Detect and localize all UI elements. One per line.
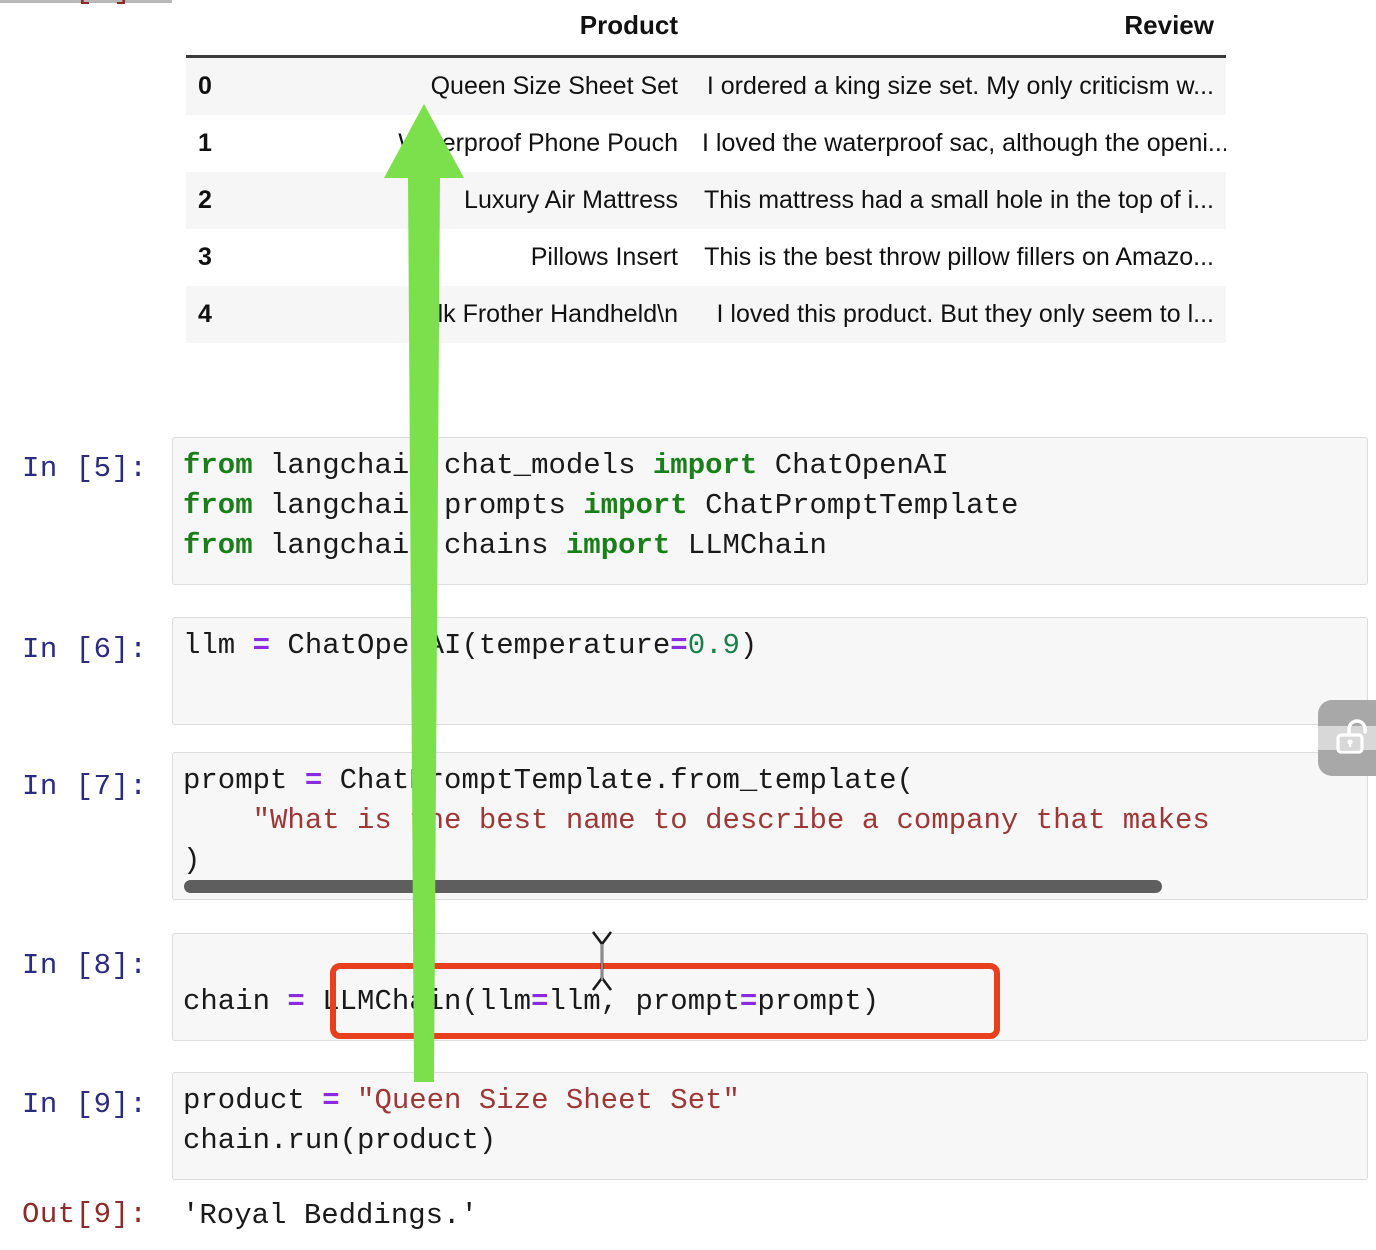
column-header-index <box>186 8 266 57</box>
unlock-icon[interactable] <box>1332 716 1376 760</box>
dataframe-table: Product Review 0 Queen Size Sheet Set I … <box>186 8 1226 343</box>
cell-prompt-in-7: In [7]: <box>22 770 148 803</box>
mod-path: langchain.chains <box>252 529 566 562</box>
dataframe-header-row: Product Review <box>186 8 1226 57</box>
column-header-review: Review <box>690 8 1226 57</box>
kwarg-op: = <box>531 985 549 1018</box>
table-row: 3 Pillows Insert This is the best throw … <box>186 229 1226 286</box>
top-cut-prompt-label: Out[4]: <box>18 0 151 8</box>
call-chatopenai: ChatOpenAI(temperature <box>270 629 671 662</box>
code-cell-in-5[interactable]: from langchain.chat_models import ChatOp… <box>172 437 1368 585</box>
column-header-product: Product <box>266 8 690 57</box>
kw-from: from <box>183 449 253 482</box>
row-product: Luxury Air Mattress <box>464 186 678 214</box>
lock-overlay-widget[interactable] <box>1298 700 1376 776</box>
code-cell-in-8[interactable]: chain = LLMChain(llm=llm, prompt=prompt) <box>172 933 1368 1041</box>
kw-import: import <box>583 489 688 522</box>
var-chain: chain <box>183 985 288 1018</box>
code-cell-hscrollbar-thumb[interactable] <box>184 880 1162 893</box>
cell-prompt-in-8: In [8]: <box>22 949 148 982</box>
temperature-value: 0.9 <box>687 629 740 662</box>
code-cell-in-6-source[interactable]: llm = ChatOpenAI(temperature=0.9) <box>173 618 1367 666</box>
code-cell-in-9[interactable]: product = "Queen Size Sheet Set" chain.r… <box>172 1072 1368 1180</box>
row-review: This mattress had a small hole in the to… <box>704 186 1214 214</box>
code-cell-in-5-source[interactable]: from langchain.chat_models import ChatOp… <box>173 438 1367 566</box>
row-review: I ordered a king size set. My only criti… <box>706 72 1214 100</box>
kwarg-op: = <box>739 985 758 1018</box>
code-cell-in-9-source[interactable]: product = "Queen Size Sheet Set" chain.r… <box>173 1073 1367 1161</box>
close-paren: ) <box>739 629 758 662</box>
mod-path: langchain.prompts <box>252 489 584 522</box>
row-index: 4 <box>198 300 212 328</box>
notebook-page: Out[4]: Product Review 0 Queen Size Shee… <box>0 0 1376 1250</box>
table-row: 0 Queen Size Sheet Set I ordered a king … <box>186 56 1226 115</box>
assign-op: = <box>304 764 323 797</box>
assign-op: = <box>287 985 305 1018</box>
kw-import: import <box>652 449 758 482</box>
var-product: product <box>183 1084 323 1117</box>
row-index: 2 <box>198 186 212 214</box>
mod-path: langchain.chat_models <box>252 449 653 482</box>
code-cell-hscrollbar-track[interactable] <box>174 877 1366 897</box>
dataframe-output: Product Review 0 Queen Size Sheet Set I … <box>186 8 1226 343</box>
prompt-template-string: "What is the best name to describe a com… <box>183 804 1210 837</box>
kw-from: from <box>183 529 253 562</box>
row-index: 1 <box>198 129 212 157</box>
kw-from: from <box>183 489 253 522</box>
dataframe-body: 0 Queen Size Sheet Set I ordered a king … <box>186 56 1226 343</box>
row-product: Waterproof Phone Pouch <box>398 129 678 157</box>
cell-prompt-in-6: In [6]: <box>22 633 148 666</box>
call-llmchain: LLMChain(llm <box>304 985 532 1018</box>
product-string: "Queen Size Sheet Set" <box>357 1084 740 1117</box>
kwarg-llm-value: llm, prompt <box>548 985 740 1018</box>
text-cursor-ibeam <box>591 931 613 991</box>
table-row: 2 Luxury Air Mattress This mattress had … <box>186 172 1226 229</box>
row-review: I loved the waterproof sac, although the… <box>702 129 1226 157</box>
code-cell-in-7[interactable]: prompt = ChatPromptTemplate.from_templat… <box>172 752 1368 900</box>
call-from-template: ChatPromptTemplate.from_template( <box>322 764 914 797</box>
code-cell-in-6[interactable]: llm = ChatOpenAI(temperature=0.9) <box>172 617 1368 725</box>
table-row: 1 Waterproof Phone Pouch I loved the wat… <box>186 115 1226 172</box>
row-product: Queen Size Sheet Set <box>430 72 678 100</box>
kwarg-op: = <box>670 629 688 662</box>
close-paren: ) <box>183 844 201 877</box>
imported-name: ChatOpenAI <box>757 449 949 482</box>
row-product: Pillows Insert <box>530 243 678 271</box>
chain-run-call: chain.run(product) <box>183 1124 497 1157</box>
row-product: Milk Frother Handheld\n <box>411 300 678 328</box>
assign-op: = <box>322 1084 340 1117</box>
row-index: 0 <box>198 72 212 100</box>
kw-import: import <box>565 529 671 562</box>
dataframe-head: Product Review <box>186 8 1226 57</box>
var-llm: llm <box>183 629 253 662</box>
row-index: 3 <box>198 243 212 271</box>
row-review: This is the best throw pillow fillers on… <box>704 243 1214 271</box>
imported-name: ChatPromptTemplate <box>687 489 1019 522</box>
cell-prompt-in-9: In [9]: <box>22 1088 148 1121</box>
table-row: 4 Milk Frother Handheld\n I loved this p… <box>186 286 1226 343</box>
cell-output-out-9: 'Royal Beddings.' <box>182 1199 478 1232</box>
row-review: I loved this product. But they only seem… <box>716 300 1214 328</box>
code-cell-in-8-source[interactable]: chain = LLMChain(llm=llm, prompt=prompt) <box>173 934 1367 1022</box>
cell-prompt-in-5: In [5]: <box>22 452 148 485</box>
kwarg-prompt-value: prompt) <box>757 985 880 1018</box>
cell-prompt-out-9: Out[9]: <box>22 1198 148 1231</box>
code-cell-in-7-source[interactable]: prompt = ChatPromptTemplate.from_templat… <box>173 753 1367 881</box>
imported-name: LLMChain <box>670 529 827 562</box>
var-prompt: prompt <box>183 764 305 797</box>
assign-op: = <box>252 629 271 662</box>
